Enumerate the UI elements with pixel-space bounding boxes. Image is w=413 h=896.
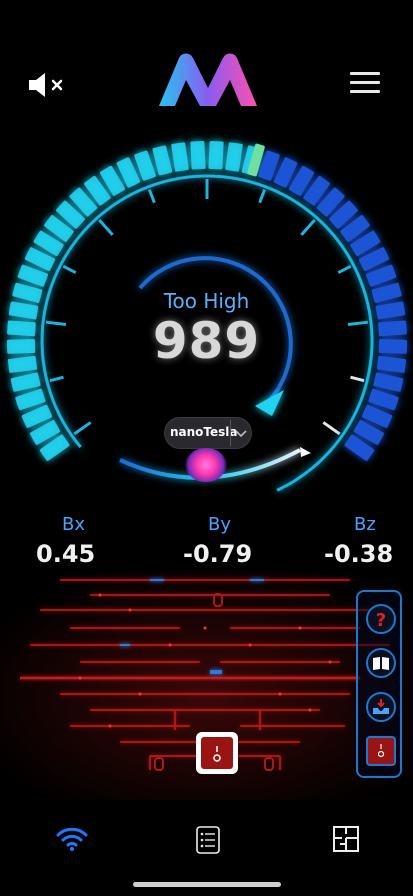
gauge-segment xyxy=(10,372,41,392)
help-icon: ? xyxy=(376,610,386,631)
gauge-tick xyxy=(49,375,64,383)
sensor-orb xyxy=(185,448,227,482)
chevron-down-icon[interactable] xyxy=(230,420,251,446)
wifi-icon[interactable] xyxy=(56,826,88,852)
needle-arrow xyxy=(255,390,284,416)
guide-button[interactable] xyxy=(366,648,396,678)
axis-value-z: -0.38 xyxy=(324,540,394,568)
power-toggle-button[interactable] xyxy=(366,736,396,766)
home-indicator xyxy=(133,882,281,887)
gauge-tick xyxy=(258,189,267,204)
gauge-segment xyxy=(225,142,243,172)
gauge-tick xyxy=(337,264,352,274)
gauge-tick xyxy=(300,218,316,236)
axis-value-y: -0.79 xyxy=(183,540,253,568)
gauge-segment xyxy=(373,372,404,392)
gauge-tick xyxy=(98,218,114,236)
list-icon[interactable] xyxy=(196,826,220,854)
field-reading: 989 xyxy=(152,312,261,370)
gauge-segment xyxy=(171,142,189,172)
axis-label-y: By xyxy=(208,514,232,535)
gauge-segment xyxy=(190,140,206,170)
menu-line xyxy=(350,72,380,75)
book-icon xyxy=(373,657,389,670)
power-switch-icon xyxy=(377,744,385,758)
axis-value-x: 0.45 xyxy=(36,540,96,568)
unit-label: nanoTesla xyxy=(170,425,238,439)
axis-label-z: Bz xyxy=(354,514,376,535)
side-tool-panel: ? xyxy=(356,590,402,778)
gauge-segment xyxy=(208,140,224,170)
axis-label-x: Bx xyxy=(62,514,86,535)
status-text: Too High xyxy=(163,289,250,313)
save-button[interactable] xyxy=(366,692,396,722)
power-button[interactable] xyxy=(196,732,238,774)
gauge-tick xyxy=(147,189,156,204)
speaker-muted-icon[interactable] xyxy=(26,70,66,100)
menu-button[interactable] xyxy=(350,72,380,94)
bottom-arc-arrow xyxy=(300,447,311,457)
help-button[interactable]: ? xyxy=(366,604,396,634)
menu-line xyxy=(350,81,380,84)
m-logo-icon xyxy=(159,53,257,106)
svg-text:?: ? xyxy=(376,610,386,631)
gauge-segment xyxy=(152,145,173,176)
gauge-tick xyxy=(350,375,365,383)
menu-line xyxy=(350,90,380,93)
floor-plan-icon[interactable] xyxy=(333,826,359,852)
inbox-download-icon xyxy=(373,699,389,714)
gauge-tick xyxy=(62,264,77,274)
gauge-tick xyxy=(322,421,341,436)
gauge-tick xyxy=(73,421,92,436)
power-switch-icon xyxy=(201,737,233,769)
